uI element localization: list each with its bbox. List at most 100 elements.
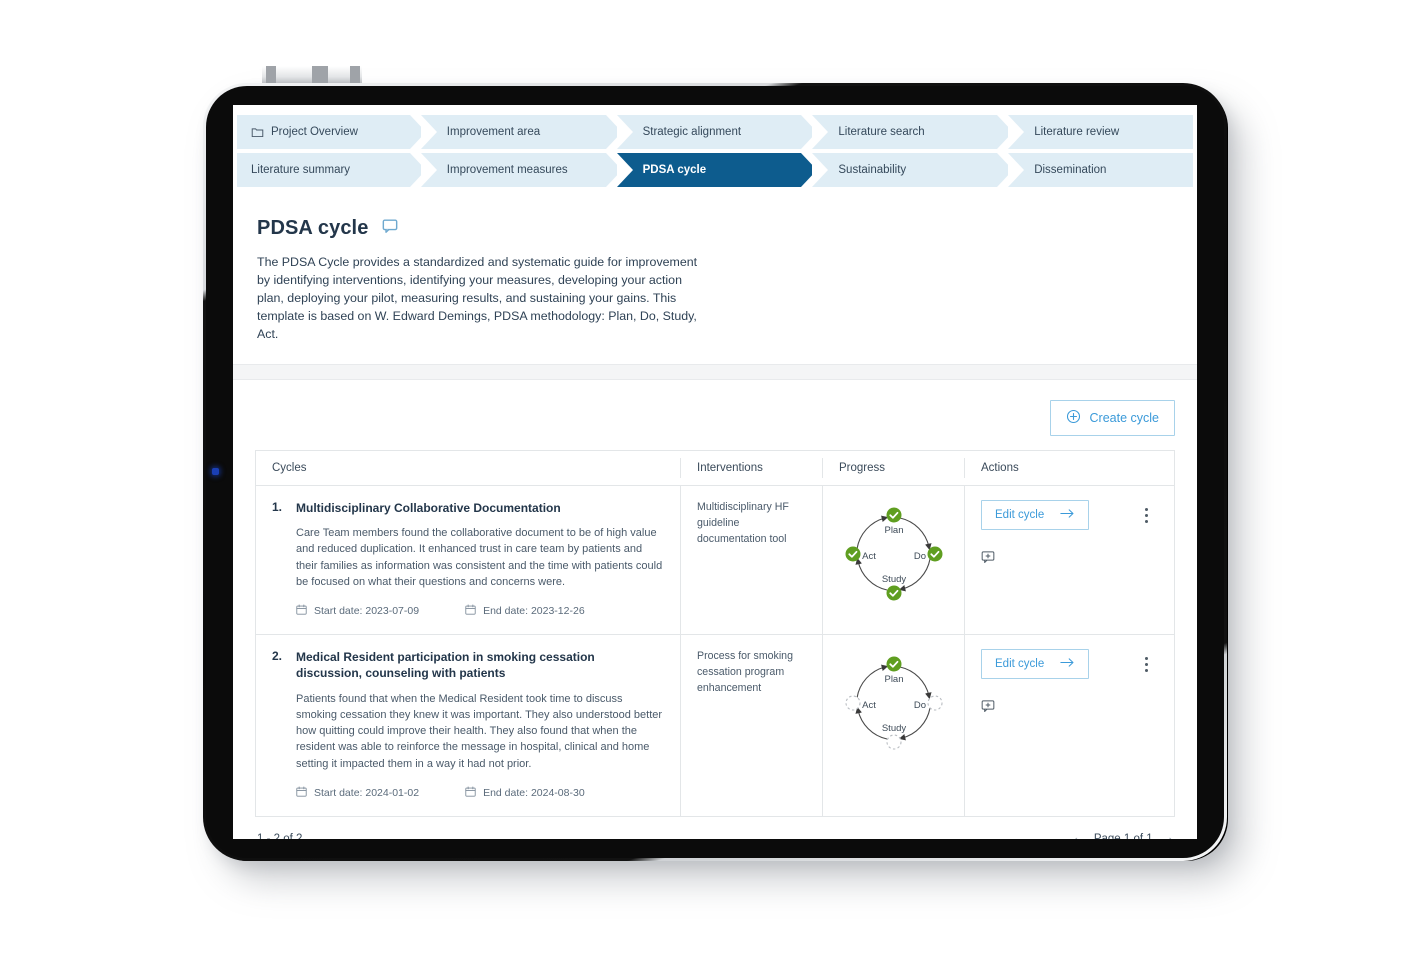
cycle-end-date: End date: 2023-12-26 [465, 604, 585, 618]
stage-tab-label: Literature summary [251, 164, 351, 176]
actions-top-row: Edit cycle [981, 499, 1158, 531]
page-title-row: PDSA cycle [257, 217, 1173, 240]
pdsa-node-plan [886, 656, 901, 672]
pdsa-do-label: Do [913, 551, 925, 562]
pagination-controls: ‹ Page 1 of 1 › [1073, 833, 1173, 839]
actions-cell: Edit cycle [964, 635, 1174, 816]
progress-cell: Plan Do Study Act [822, 485, 964, 635]
stage-tab-literature-search[interactable]: Literature search [812, 115, 1013, 149]
screenshot-canvas: Project Overview Improvement area Strate… [0, 0, 1412, 978]
stage-tab-label: Literature search [838, 126, 925, 138]
stage-tab-strategic-alignment[interactable]: Strategic alignment [616, 115, 818, 149]
cycle-title-line: 1. Multidisciplinary Collaborative Docum… [272, 500, 664, 516]
cycle-dates: Start date: 2023-07-09 End date: 2023-12… [296, 604, 664, 618]
plus-circle-icon [1066, 409, 1081, 427]
more-vertical-icon[interactable] [1135, 500, 1158, 531]
cycle-title-line: 2. Medical Resident participation in smo… [272, 649, 664, 681]
page-intro: PDSA cycle The PDSA Cycle provides a sta… [233, 191, 1197, 364]
stage-nav-row-1: Project Overview Improvement area Strate… [237, 115, 1193, 149]
pdsa-wheel-svg: Plan Do Study Act [845, 507, 942, 601]
pagination-page-label: Page 1 of 1 [1094, 833, 1153, 839]
stage-tab-dissemination[interactable]: Dissemination [1008, 153, 1193, 187]
stage-tab-pdsa-cycle[interactable]: PDSA cycle [616, 153, 818, 187]
cycle-end-date-label: End date: 2023-12-26 [483, 605, 585, 618]
calendar-icon [465, 786, 476, 800]
cycle-description: Patients found that when the Medical Res… [296, 692, 663, 770]
cycle-title: Multidisciplinary Collaborative Document… [296, 500, 561, 515]
tablet-rim-segment [266, 66, 276, 84]
arrow-right-icon [1060, 508, 1075, 522]
more-vertical-icon[interactable] [1135, 649, 1158, 680]
pagination-range: 1 - 2 of 2 [257, 833, 302, 839]
edit-cycle-button[interactable]: Edit cycle [981, 649, 1090, 680]
tablet-status-led [212, 468, 219, 475]
column-header-progress: Progress [822, 457, 964, 478]
cycle-start-date-label: Start date: 2024-01-02 [314, 786, 420, 799]
pdsa-plan-label: Plan [884, 674, 903, 685]
cycle-summary-cell: 1. Multidisciplinary Collaborative Docum… [256, 486, 680, 634]
cycle-start-date-label: Start date: 2023-07-09 [314, 605, 420, 618]
stage-tab-literature-summary[interactable]: Literature summary [237, 153, 426, 187]
stage-tab-label: Improvement measures [446, 164, 568, 176]
edit-cycle-label: Edit cycle [995, 508, 1045, 521]
stage-tab-label: Project Overview [271, 126, 358, 138]
stage-tab-improvement-measures[interactable]: Improvement measures [420, 153, 622, 187]
stage-navigation: Project Overview Improvement area Strate… [233, 105, 1197, 187]
pdsa-act-label: Act [862, 700, 876, 711]
intervention-text: Process for smoking cessation program en… [697, 650, 793, 694]
cycle-end-date-label: End date: 2024-08-30 [483, 786, 585, 799]
actions-top-row: Edit cycle [981, 649, 1158, 680]
stage-tab-label: Dissemination [1034, 164, 1107, 176]
intervention-text: Multidisciplinary HF guideline documenta… [697, 500, 789, 545]
pagination-bar: 1 - 2 of 2 ‹ Page 1 of 1 › [255, 817, 1175, 839]
cycle-title: Medical Resident participation in smokin… [296, 650, 595, 681]
calendar-icon [465, 604, 476, 618]
pdsa-wheel-svg: Plan Do Study Act [844, 656, 943, 750]
stage-tab-literature-review[interactable]: Literature review [1008, 115, 1193, 149]
cycles-toolbar: Create cycle [255, 380, 1175, 450]
create-cycle-button[interactable]: Create cycle [1049, 399, 1175, 436]
add-comment-icon[interactable] [981, 699, 1158, 714]
tablet-rim-segment [312, 66, 328, 84]
column-header-actions: Actions [964, 457, 1174, 478]
pdsa-node-plan [886, 507, 901, 523]
table-row: 1. Multidisciplinary Collaborative Docum… [256, 485, 1174, 636]
pdsa-wheel: Plan Do Study Act [839, 500, 948, 604]
create-cycle-label: Create cycle [1089, 410, 1159, 425]
edit-cycle-button[interactable]: Edit cycle [981, 499, 1090, 530]
stage-nav-row-2: Literature summary Improvement measures … [237, 153, 1193, 187]
app-screen: Project Overview Improvement area Strate… [233, 105, 1197, 839]
pdsa-node-study [886, 585, 901, 601]
calendar-icon [296, 604, 307, 618]
cycles-table: Cycles Interventions Progress Actions 1.… [255, 449, 1175, 817]
stage-tab-label: PDSA cycle [642, 164, 707, 176]
actions-cell: Edit cycle [964, 485, 1174, 635]
section-divider [233, 363, 1197, 380]
chevron-right-icon[interactable]: › [1169, 833, 1173, 839]
comment-bubble-icon[interactable] [382, 217, 398, 240]
pdsa-node-do [927, 546, 942, 562]
column-header-cycles: Cycles [272, 461, 307, 474]
cycle-index: 1. [272, 499, 283, 514]
pdsa-wheel: Plan Do Study Act [839, 649, 948, 753]
stage-tab-sustainability[interactable]: Sustainability [812, 153, 1013, 187]
edit-cycle-label: Edit cycle [995, 658, 1045, 671]
add-comment-icon[interactable] [981, 550, 1158, 565]
intervention-cell: Multidisciplinary HF guideline documenta… [680, 485, 822, 635]
cycle-start-date: Start date: 2024-01-02 [296, 786, 419, 800]
pdsa-study-label: Study [881, 574, 906, 585]
table-row: 2. Medical Resident participation in smo… [256, 635, 1174, 816]
chevron-left-icon[interactable]: ‹ [1073, 833, 1077, 839]
table-header-row: Cycles Interventions Progress Actions [256, 451, 1174, 486]
pdsa-plan-label: Plan [884, 525, 903, 536]
pdsa-node-act [844, 695, 861, 711]
arrow-right-icon [1060, 657, 1075, 671]
stage-tab-label: Improvement area [446, 126, 541, 138]
cycle-start-date: Start date: 2023-07-09 [296, 604, 419, 618]
stage-tab-label: Sustainability [838, 164, 907, 176]
cycle-dates: Start date: 2024-01-02 End date: 2024-08… [296, 786, 664, 800]
stage-tab-improvement-area[interactable]: Improvement area [420, 115, 622, 149]
stage-tab-project-overview[interactable]: Project Overview [237, 115, 426, 149]
pdsa-act-label: Act [862, 551, 876, 562]
column-header-interventions: Interventions [680, 457, 822, 478]
